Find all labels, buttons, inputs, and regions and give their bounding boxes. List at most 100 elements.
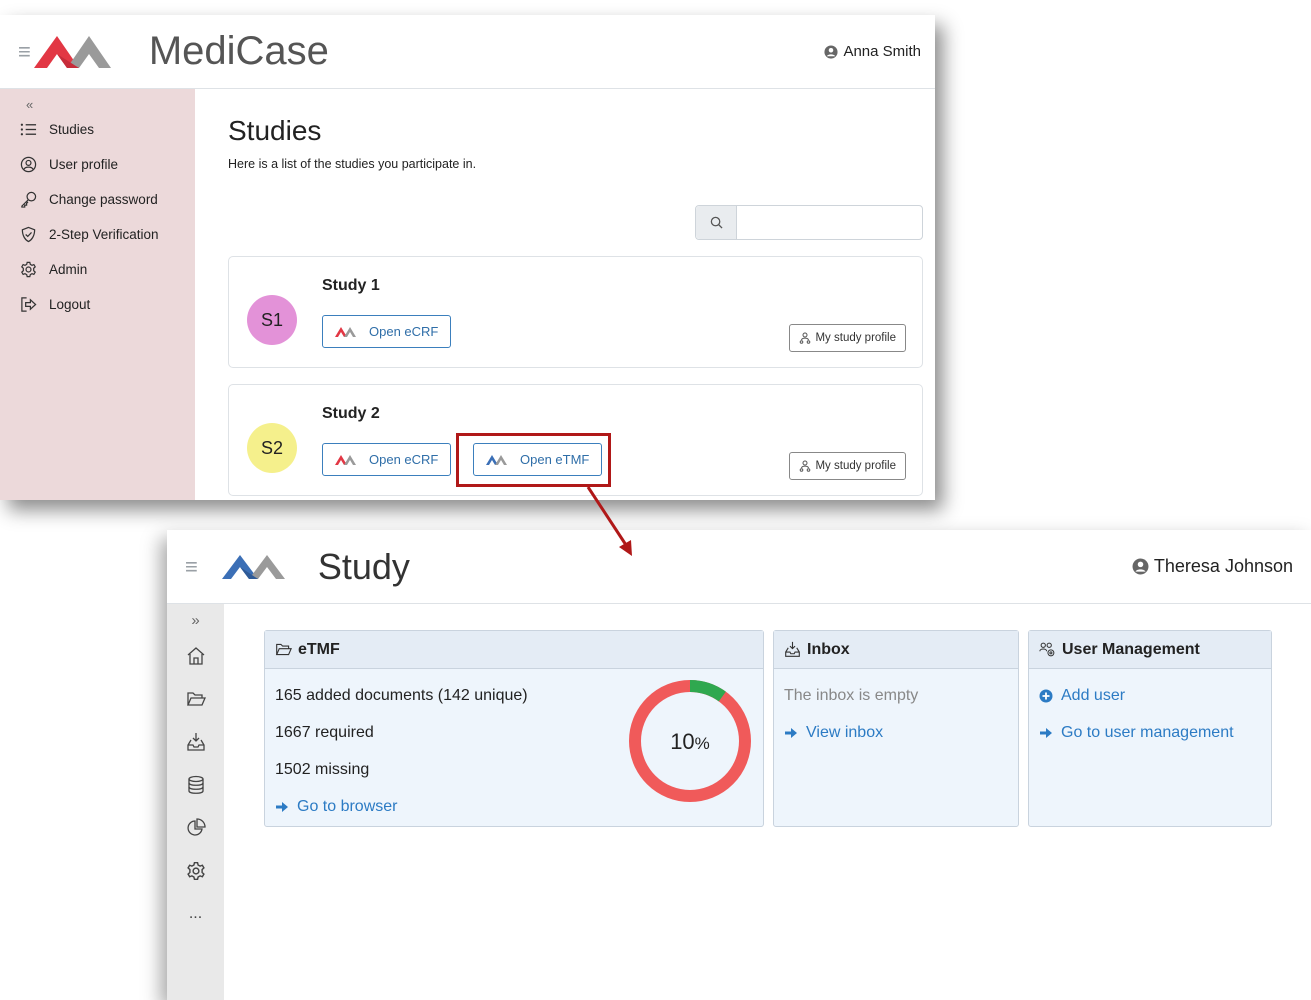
sidebar-item-change-password[interactable]: Change password bbox=[0, 182, 195, 217]
users-settings-icon bbox=[1039, 642, 1055, 657]
link-label: Go to user management bbox=[1061, 723, 1234, 741]
dashboard: eTMF 165 added documents (142 unique) 16… bbox=[264, 630, 1273, 1000]
brand[interactable]: MediCase bbox=[31, 28, 329, 76]
sidebar-item-label: Logout bbox=[49, 297, 91, 312]
etmf-panel: eTMF 165 added documents (142 unique) 16… bbox=[264, 630, 764, 827]
my-study-profile-button[interactable]: My study profile bbox=[789, 452, 906, 480]
inbox-icon[interactable] bbox=[167, 720, 224, 763]
sidebar-item-label: User profile bbox=[49, 157, 119, 172]
panel-title: User Management bbox=[1062, 640, 1200, 658]
user-management-panel: User Management Add user Go to user mana… bbox=[1028, 630, 1272, 827]
highlight-box bbox=[456, 433, 611, 487]
study-card: S1 Study 1 Open eCRF My study profile bbox=[228, 256, 923, 368]
panel-body: Add user Go to user management bbox=[1029, 669, 1271, 759]
sidebar-item-admin[interactable]: Admin bbox=[0, 252, 195, 287]
view-inbox-link[interactable]: View inbox bbox=[784, 714, 1008, 751]
users-icon bbox=[800, 332, 811, 344]
my-study-profile-button[interactable]: My study profile bbox=[789, 324, 906, 352]
open-ecrf-button[interactable]: Open eCRF bbox=[322, 443, 452, 476]
arrow-right-icon bbox=[785, 727, 797, 738]
sidebar-item-studies[interactable]: Studies bbox=[0, 112, 195, 147]
panel-title: eTMF bbox=[298, 640, 340, 658]
sidebar-item-label: Studies bbox=[49, 122, 95, 137]
open-ecrf-button[interactable]: Open eCRF bbox=[322, 315, 452, 348]
ecrf-logo-icon bbox=[335, 326, 356, 337]
top-header: ≡ MediCase Anna Smith bbox=[0, 15, 935, 89]
shield-check-icon bbox=[21, 226, 36, 243]
button-label: Open eCRF bbox=[369, 324, 439, 339]
page-description: Here is a list of the studies you partic… bbox=[228, 157, 477, 171]
button-label: My study profile bbox=[815, 460, 896, 472]
arrow-right-icon bbox=[276, 801, 288, 812]
arrow-right-icon bbox=[1040, 727, 1052, 738]
panel-header: User Management bbox=[1029, 631, 1271, 669]
ecrf-logo-icon bbox=[335, 454, 356, 465]
menu-icon[interactable]: ≡ bbox=[185, 554, 198, 580]
sidebar-item-label: Change password bbox=[49, 192, 158, 207]
link-label: Add user bbox=[1061, 686, 1126, 704]
user-menu[interactable]: Anna Smith bbox=[824, 43, 921, 60]
inbox-panel: Inbox The inbox is empty View inbox bbox=[773, 630, 1019, 827]
key-icon bbox=[21, 191, 37, 208]
user-name: Anna Smith bbox=[843, 43, 921, 60]
collapse-sidebar-button[interactable]: « bbox=[26, 97, 195, 112]
folder-icon bbox=[275, 643, 292, 656]
users-icon bbox=[800, 460, 811, 472]
plus-circle-icon bbox=[1039, 689, 1053, 702]
etmf-logo-icon bbox=[221, 554, 285, 579]
brand-name: MediCase bbox=[148, 29, 329, 73]
page-title: Studies bbox=[228, 115, 322, 146]
study-header: ≡ Study Theresa Johnson bbox=[167, 530, 1311, 604]
menu-icon[interactable]: ≡ bbox=[18, 39, 31, 65]
donut-percent-label: 10% bbox=[670, 729, 710, 754]
panel-body: The inbox is empty View inbox bbox=[774, 669, 1018, 759]
avatar: S1 bbox=[247, 295, 297, 345]
panel-header: Inbox bbox=[774, 631, 1018, 669]
user-menu[interactable]: Theresa Johnson bbox=[1132, 556, 1293, 577]
link-label: Go to browser bbox=[297, 797, 398, 815]
sidebar: « Studies User profile Change password 2… bbox=[0, 89, 195, 500]
gear-icon[interactable] bbox=[167, 849, 224, 892]
user-icon bbox=[1132, 558, 1149, 575]
button-label: My study profile bbox=[815, 332, 896, 344]
pie-chart-icon[interactable] bbox=[167, 806, 224, 849]
brand[interactable]: Study bbox=[220, 546, 410, 588]
go-to-user-management-link[interactable]: Go to user management bbox=[1039, 714, 1261, 751]
list-icon bbox=[20, 123, 37, 136]
expand-sidebar-button[interactable]: » bbox=[167, 612, 224, 634]
sidebar-item-label: Admin bbox=[49, 262, 88, 277]
user-circle-icon bbox=[20, 156, 37, 173]
panel-header: eTMF bbox=[265, 631, 763, 669]
gear-icon bbox=[21, 261, 36, 278]
folder-icon[interactable] bbox=[167, 677, 224, 720]
brand-name: Study bbox=[317, 545, 410, 587]
sidebar: » ... bbox=[167, 604, 224, 1000]
sidebar-item-user-profile[interactable]: User profile bbox=[0, 147, 195, 182]
medicase-logo-icon bbox=[33, 35, 111, 68]
medicase-window: ≡ MediCase Anna Smith « Studies User pro… bbox=[0, 15, 935, 500]
link-label: View inbox bbox=[806, 723, 884, 741]
percent-sign: % bbox=[695, 734, 710, 753]
progress-donut: 10% bbox=[629, 680, 751, 802]
button-label: Open eCRF bbox=[369, 452, 439, 467]
sidebar-item-logout[interactable]: Logout bbox=[0, 287, 195, 322]
study-title: Study 2 bbox=[322, 405, 380, 422]
avatar: S2 bbox=[247, 423, 297, 473]
add-user-link[interactable]: Add user bbox=[1039, 677, 1261, 714]
percent-value: 10 bbox=[670, 729, 694, 754]
search-icon bbox=[696, 206, 737, 239]
study-title: Study 1 bbox=[322, 277, 380, 294]
search-box bbox=[695, 205, 923, 240]
sidebar-item-label: 2-Step Verification bbox=[49, 227, 159, 242]
search-input[interactable] bbox=[737, 206, 922, 239]
home-icon[interactable] bbox=[167, 634, 224, 677]
database-icon[interactable] bbox=[167, 763, 224, 806]
inbox-icon bbox=[785, 641, 800, 657]
inbox-empty-text: The inbox is empty bbox=[784, 686, 919, 704]
user-icon bbox=[824, 44, 839, 59]
more-icon[interactable]: ... bbox=[167, 892, 224, 935]
study-window: ≡ Study Theresa Johnson » ... eTMF 165 a… bbox=[167, 530, 1311, 1000]
sidebar-item-2-step-verification[interactable]: 2-Step Verification bbox=[0, 217, 195, 252]
panel-title: Inbox bbox=[807, 640, 850, 658]
user-name: Theresa Johnson bbox=[1153, 556, 1293, 576]
